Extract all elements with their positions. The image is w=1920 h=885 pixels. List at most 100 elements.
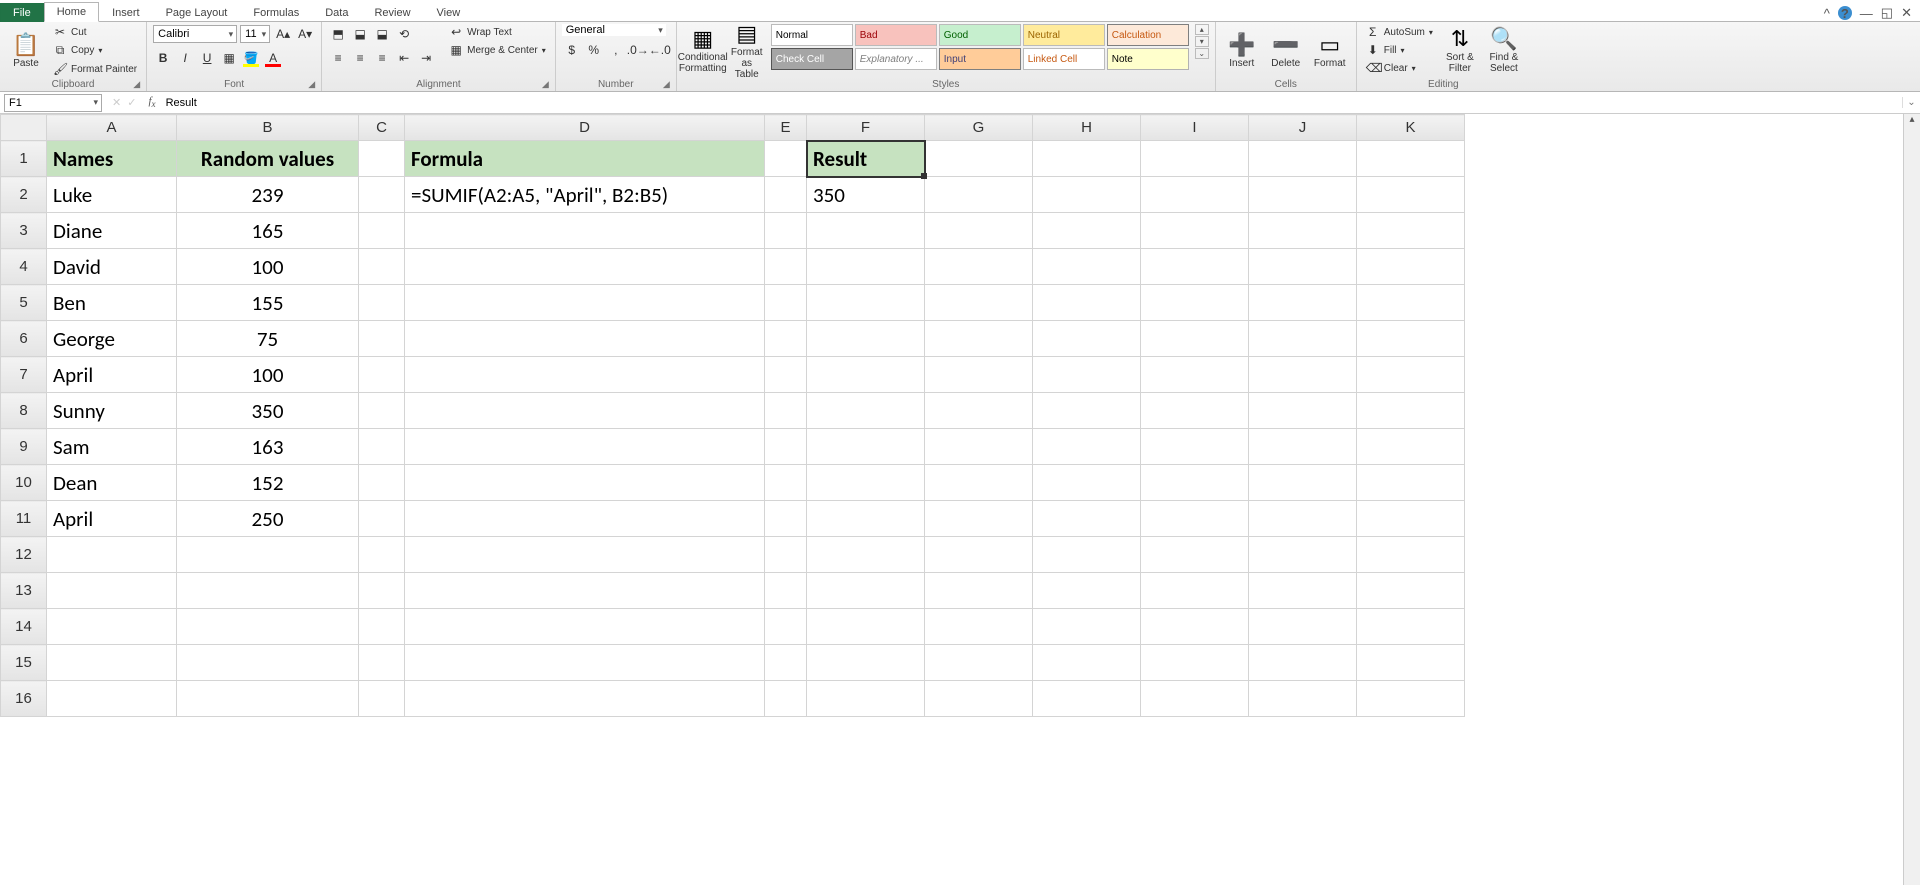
cell-B6[interactable]: 75	[177, 321, 359, 357]
cell-F5[interactable]	[807, 285, 925, 321]
cell-I3[interactable]	[1141, 213, 1249, 249]
cell-D16[interactable]	[405, 681, 765, 717]
cancel-formula-icon[interactable]: ✕	[112, 96, 121, 109]
border-button[interactable]: ▦	[219, 48, 239, 68]
row-header-6[interactable]: 6	[1, 321, 47, 357]
align-right-button[interactable]: ≡	[372, 48, 392, 68]
cell-E7[interactable]	[765, 357, 807, 393]
cell-C13[interactable]	[359, 573, 405, 609]
cell-E14[interactable]	[765, 609, 807, 645]
tab-review[interactable]: Review	[361, 3, 423, 22]
comma-button[interactable]: ,	[606, 40, 626, 60]
scroll-up-icon[interactable]: ▴	[1904, 114, 1920, 130]
style-neutral[interactable]: Neutral	[1023, 24, 1105, 46]
col-header-J[interactable]: J	[1249, 115, 1357, 141]
cell-C4[interactable]	[359, 249, 405, 285]
cell-J16[interactable]	[1249, 681, 1357, 717]
cell-F16[interactable]	[807, 681, 925, 717]
cell-B12[interactable]	[177, 537, 359, 573]
row-header-4[interactable]: 4	[1, 249, 47, 285]
cell-A11[interactable]: April	[47, 501, 177, 537]
cell-I2[interactable]	[1141, 177, 1249, 213]
cell-K11[interactable]	[1357, 501, 1465, 537]
cell-A16[interactable]	[47, 681, 177, 717]
cell-F13[interactable]	[807, 573, 925, 609]
cell-F4[interactable]	[807, 249, 925, 285]
cell-G4[interactable]	[925, 249, 1033, 285]
cell-K16[interactable]	[1357, 681, 1465, 717]
cell-D2[interactable]: =SUMIF(A2:A5, "April", B2:B5)	[405, 177, 765, 213]
cell-D8[interactable]	[405, 393, 765, 429]
cell-A5[interactable]: Ben	[47, 285, 177, 321]
find-select-button[interactable]: 🔍Find & Select	[1484, 24, 1524, 76]
cell-styles-gallery[interactable]: NormalBadGoodNeutralCalculationCheck Cel…	[771, 24, 1189, 70]
cell-E2[interactable]	[765, 177, 807, 213]
cell-K4[interactable]	[1357, 249, 1465, 285]
cell-B4[interactable]: 100	[177, 249, 359, 285]
cell-G7[interactable]	[925, 357, 1033, 393]
cell-B5[interactable]: 155	[177, 285, 359, 321]
cell-H7[interactable]	[1033, 357, 1141, 393]
cell-F2[interactable]: 350	[807, 177, 925, 213]
tab-file[interactable]: File	[0, 3, 44, 22]
formula-input[interactable]	[162, 97, 1902, 109]
cell-H1[interactable]	[1033, 141, 1141, 177]
cell-B14[interactable]	[177, 609, 359, 645]
format-painter-button[interactable]: 🖌Format Painter	[50, 61, 140, 77]
col-header-E[interactable]: E	[765, 115, 807, 141]
name-box[interactable]: F1	[4, 94, 102, 112]
align-center-button[interactable]: ≡	[350, 48, 370, 68]
cell-K8[interactable]	[1357, 393, 1465, 429]
font-color-button[interactable]: A	[263, 48, 283, 68]
style-linked-cell[interactable]: Linked Cell	[1023, 48, 1105, 70]
row-header-16[interactable]: 16	[1, 681, 47, 717]
cell-G6[interactable]	[925, 321, 1033, 357]
cell-C12[interactable]	[359, 537, 405, 573]
window-minimize-icon[interactable]: —	[1860, 6, 1873, 21]
col-header-B[interactable]: B	[177, 115, 359, 141]
cell-B15[interactable]	[177, 645, 359, 681]
cell-A9[interactable]: Sam	[47, 429, 177, 465]
cell-H11[interactable]	[1033, 501, 1141, 537]
cell-I6[interactable]	[1141, 321, 1249, 357]
cell-D5[interactable]	[405, 285, 765, 321]
cell-B3[interactable]: 165	[177, 213, 359, 249]
style-good[interactable]: Good	[939, 24, 1021, 46]
cell-E13[interactable]	[765, 573, 807, 609]
delete-cells-button[interactable]: ➖Delete	[1266, 24, 1306, 76]
cell-J4[interactable]	[1249, 249, 1357, 285]
cell-G13[interactable]	[925, 573, 1033, 609]
cell-B10[interactable]: 152	[177, 465, 359, 501]
cell-E16[interactable]	[765, 681, 807, 717]
cell-J14[interactable]	[1249, 609, 1357, 645]
row-header-15[interactable]: 15	[1, 645, 47, 681]
cell-E12[interactable]	[765, 537, 807, 573]
style-explanatory-[interactable]: Explanatory ...	[855, 48, 937, 70]
window-close-icon[interactable]: ✕	[1901, 5, 1912, 21]
style-bad[interactable]: Bad	[855, 24, 937, 46]
col-header-I[interactable]: I	[1141, 115, 1249, 141]
cell-I14[interactable]	[1141, 609, 1249, 645]
alignment-launcher[interactable]: ◢	[542, 79, 549, 90]
cell-C16[interactable]	[359, 681, 405, 717]
row-header-14[interactable]: 14	[1, 609, 47, 645]
fill-color-button[interactable]: 🪣	[241, 48, 261, 68]
cell-A8[interactable]: Sunny	[47, 393, 177, 429]
font-name-select[interactable]: Calibri	[153, 25, 237, 43]
format-cells-button[interactable]: ▭Format	[1310, 24, 1350, 76]
cell-F3[interactable]	[807, 213, 925, 249]
cell-C2[interactable]	[359, 177, 405, 213]
wrap-text-button[interactable]: ↩Wrap Text	[446, 24, 549, 40]
cell-F12[interactable]	[807, 537, 925, 573]
style-normal[interactable]: Normal	[771, 24, 853, 46]
decrease-decimal-button[interactable]: ←.0	[650, 40, 670, 60]
insert-cells-button[interactable]: ➕Insert	[1222, 24, 1262, 76]
cell-E4[interactable]	[765, 249, 807, 285]
cell-H12[interactable]	[1033, 537, 1141, 573]
cell-B7[interactable]: 100	[177, 357, 359, 393]
row-header-5[interactable]: 5	[1, 285, 47, 321]
cell-G3[interactable]	[925, 213, 1033, 249]
cell-I1[interactable]	[1141, 141, 1249, 177]
cell-F7[interactable]	[807, 357, 925, 393]
cell-H2[interactable]	[1033, 177, 1141, 213]
